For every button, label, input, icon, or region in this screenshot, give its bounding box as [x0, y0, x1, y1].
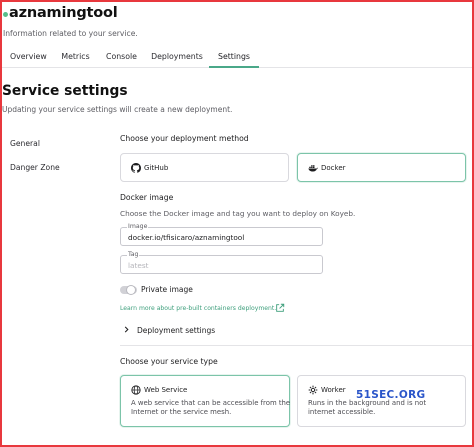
docker-image-heading: Docker image	[120, 193, 174, 202]
page-description: Updating your service settings will crea…	[2, 105, 233, 114]
tag-field[interactable]: Tag	[120, 251, 323, 274]
image-field-label: Image	[127, 223, 149, 230]
learn-more-link[interactable]: Learn more about pre-built containers de…	[120, 305, 276, 312]
deployment-method-github[interactable]: GitHub	[120, 153, 289, 182]
tab-console[interactable]: Console	[105, 48, 138, 68]
globe-icon	[131, 385, 141, 395]
worker-description: Runs in the background and is not intern…	[308, 399, 427, 416]
github-label: GitHub	[144, 164, 169, 172]
service-type-worker[interactable]: Worker Runs in the background and is not…	[297, 375, 466, 427]
github-icon	[131, 163, 141, 173]
tab-settings[interactable]: Settings	[209, 48, 259, 68]
tab-overview[interactable]: Overview	[10, 48, 47, 68]
app-root: aznamingtool Information related to your…	[0, 0, 474, 447]
sidebar-item-danger-zone[interactable]: Danger Zone	[10, 163, 60, 172]
page-title: Service settings	[2, 83, 128, 99]
tab-deployments[interactable]: Deployments	[151, 48, 203, 68]
deployment-method-heading: Choose your deployment method	[120, 134, 249, 143]
tag-input[interactable]	[128, 261, 318, 270]
service-type-heading: Choose your service type	[120, 357, 218, 366]
tab-bar: Overview Metrics Console Deployments Set…	[0, 48, 474, 68]
service-subtitle: Information related to your service.	[3, 29, 138, 38]
toggle-knob	[126, 285, 136, 295]
tag-field-label: Tag	[127, 251, 140, 258]
status-indicator	[3, 12, 8, 17]
worker-label: Worker	[321, 386, 346, 394]
private-image-toggle[interactable]	[120, 285, 137, 295]
chevron-right-icon[interactable]	[123, 326, 130, 333]
web-service-label: Web Service	[144, 386, 188, 394]
watermark-text: 51SEC.ORG	[356, 389, 426, 401]
service-name: aznamingtool	[9, 5, 118, 21]
web-service-description: A web service that can be accessible fro…	[131, 399, 291, 416]
deployment-method-docker[interactable]: Docker	[297, 153, 466, 182]
gear-icon	[308, 385, 318, 395]
external-link-icon[interactable]	[275, 303, 285, 313]
image-field[interactable]: Image	[120, 223, 323, 246]
tab-metrics[interactable]: Metrics	[60, 48, 91, 68]
service-type-web-service[interactable]: Web Service A web service that can be ac…	[120, 375, 290, 427]
docker-icon	[308, 165, 318, 172]
docker-image-description: Choose the Docker image and tag you want…	[120, 209, 356, 218]
section-divider	[120, 345, 474, 346]
docker-label: Docker	[321, 164, 346, 172]
image-input[interactable]	[128, 233, 318, 242]
deployment-settings-toggle[interactable]: Deployment settings	[137, 326, 215, 335]
private-image-label: Private image	[141, 285, 193, 294]
service-header: aznamingtool Information related to your…	[0, 0, 474, 68]
sidebar-item-general[interactable]: General	[10, 139, 40, 148]
